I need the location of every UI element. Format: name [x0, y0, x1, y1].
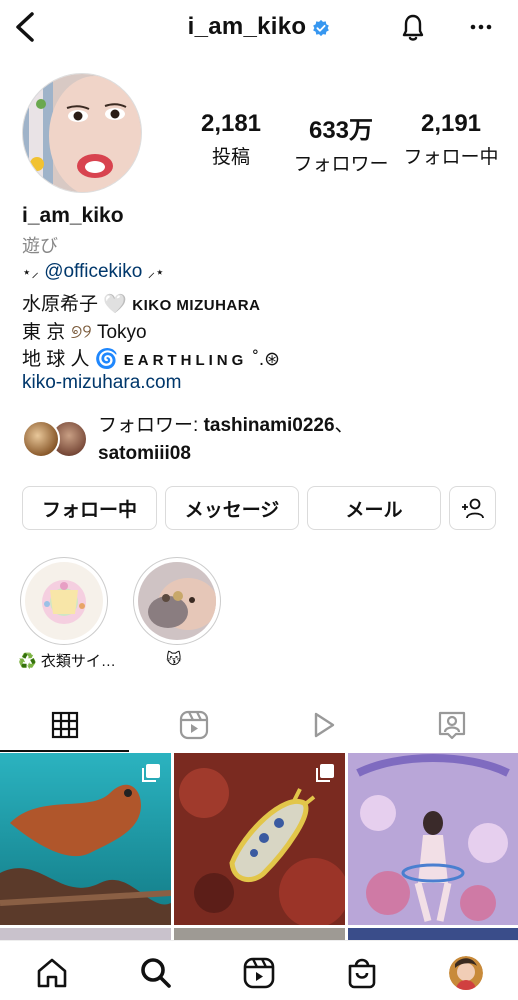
top-bar: i_am_kiko — [0, 0, 518, 60]
active-tab-indicator — [0, 750, 129, 752]
tab-posts-grid[interactable] — [0, 700, 129, 750]
bio-en-name: KIKO MIZUHARA — [132, 297, 261, 314]
message-button[interactable]: メッセージ — [165, 486, 299, 530]
profile-avatar-icon — [449, 956, 483, 990]
reels-icon — [179, 710, 208, 740]
multiple-photos-icon — [142, 764, 160, 782]
followed-by-user-2[interactable]: satomiii08 — [98, 443, 191, 464]
nav-reels[interactable] — [242, 956, 276, 990]
highlight-2-label: 😽 — [166, 651, 182, 668]
profile-username-title: i_am_kiko — [0, 13, 518, 41]
search-icon — [141, 958, 171, 988]
stat-following[interactable]: 2,191 フォロー中 — [396, 110, 506, 169]
bio-ribbon-symbol: ୭୨ — [70, 322, 92, 343]
post-thumbnail-5[interactable] — [174, 928, 345, 940]
highlight-2[interactable] — [133, 557, 221, 645]
suggested-users-button[interactable] — [449, 486, 496, 530]
stat-followers[interactable]: 633万 フォロワー — [286, 110, 396, 176]
email-button[interactable]: メール — [307, 486, 441, 530]
post-thumbnail-1[interactable] — [0, 753, 171, 925]
nav-shop[interactable] — [345, 956, 379, 990]
bottom-navigation — [0, 940, 518, 1000]
bio-sparkle-end: ⸝⋆ — [147, 264, 165, 281]
bio-earthling-en: EARTHLING — [123, 352, 248, 369]
nav-home[interactable] — [35, 956, 69, 990]
reels-icon — [243, 957, 275, 989]
post-3-image — [348, 753, 518, 925]
bio-sparkle: ⋆ — [22, 264, 32, 281]
play-icon — [314, 712, 334, 738]
bell-icon — [402, 14, 424, 41]
bio-earthling-jp: 地 球 人 — [22, 349, 90, 370]
bio-line-4: 地 球 人 🌀 EARTHLING ˚.⊛ — [22, 344, 280, 371]
profile-avatar[interactable] — [22, 73, 142, 193]
followed-by-user-1[interactable]: tashinami0226 — [204, 415, 335, 436]
follower-avatar-1[interactable] — [22, 420, 60, 458]
profile-name: i_am_kiko — [22, 204, 124, 227]
avatar-image — [23, 74, 141, 192]
multiple-photos-icon — [316, 764, 334, 782]
following-button[interactable]: フォロー中 — [22, 486, 157, 530]
profile-category: 遊び — [22, 236, 58, 256]
bio-line-2: 水原希子 🤍 KIKO MIZUHARA — [22, 289, 260, 316]
followed-by-text[interactable]: フォロワー: tashinami0226、 satomiii08 — [98, 412, 354, 468]
bio-jp-name: 水原希子 — [22, 294, 99, 315]
website-link[interactable]: kiko-mizuhara.com — [22, 372, 181, 394]
tab-videos[interactable] — [258, 700, 387, 750]
more-icon — [470, 24, 492, 30]
post-thumbnail-3[interactable] — [348, 753, 518, 925]
bio-city-en: Tokyo — [96, 322, 147, 343]
more-options-button[interactable] — [466, 10, 496, 44]
notifications-button[interactable] — [398, 10, 428, 44]
following-count: 2,191 — [420, 110, 482, 137]
home-icon — [37, 958, 67, 988]
grid-icon — [51, 711, 78, 739]
followed-by-separator: 、 — [334, 415, 354, 436]
verified-badge-icon — [313, 19, 330, 36]
bio-tail-symbol: ˚.⊛ — [252, 349, 281, 370]
bio-city-jp: 東 京 — [22, 322, 66, 343]
followed-by-prefix: フォロワー: — [98, 415, 204, 436]
tab-reels[interactable] — [129, 700, 258, 750]
highlight-1[interactable] — [20, 557, 108, 645]
bio-line-1: ⋆⸝ @officekiko ⸝⋆ — [22, 261, 165, 283]
tab-tagged[interactable] — [387, 700, 516, 750]
nav-profile[interactable] — [449, 956, 483, 990]
posts-count: 2,181 — [200, 110, 262, 137]
post-thumbnail-6[interactable] — [348, 928, 518, 940]
highlight-2-cover — [138, 562, 216, 640]
posts-label: 投稿 — [211, 147, 250, 168]
add-person-icon — [461, 498, 484, 519]
post-thumbnail-2[interactable] — [174, 753, 345, 925]
post-thumbnail-4[interactable] — [0, 928, 171, 940]
highlight-1-cover — [25, 562, 103, 640]
following-label: フォロー中 — [403, 147, 499, 168]
mention-link[interactable]: @officekiko — [44, 261, 142, 282]
followers-label: フォロワー — [293, 154, 389, 175]
bio-sparkle-slash: ⸝ — [31, 264, 39, 281]
username-text: i_am_kiko — [187, 13, 307, 40]
followers-count: 633万 — [308, 117, 374, 144]
bio-line-3: 東 京 ୭୨ Tokyo — [22, 317, 147, 344]
cyclone-icon: 🌀 — [94, 349, 119, 370]
white-heart-icon: 🤍 — [103, 294, 127, 315]
nav-search[interactable] — [139, 956, 173, 990]
tagged-person-icon — [438, 711, 465, 740]
shopping-bag-icon — [348, 958, 376, 989]
highlight-1-label: ♻️ 衣類サイ… — [18, 653, 116, 670]
stat-posts[interactable]: 2,181 投稿 — [176, 110, 286, 169]
